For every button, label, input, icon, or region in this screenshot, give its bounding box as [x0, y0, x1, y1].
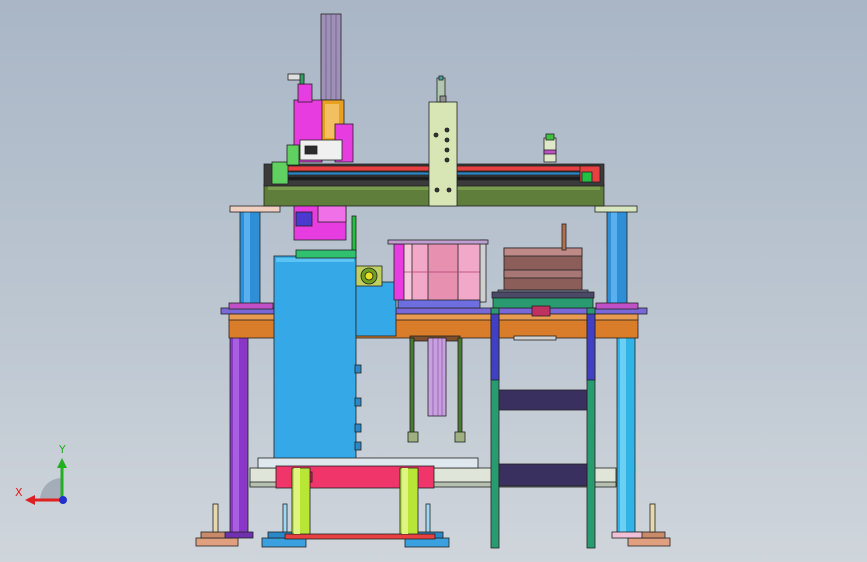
coordinate-triad [25, 458, 67, 505]
cyan-panel [273, 255, 357, 463]
bottom-red-bar [284, 533, 436, 540]
foot-pad-right [627, 537, 671, 547]
machine-assembly-drawing [25, 13, 671, 549]
foot-pads [195, 503, 671, 548]
triad-y-label: Y [59, 443, 66, 456]
triad-x-label: X [15, 486, 23, 499]
cad-viewport[interactable]: Y X [0, 0, 867, 562]
foot-pad-left [195, 537, 239, 547]
hanging-cylinder [427, 337, 447, 417]
center-slide-plate [428, 101, 458, 207]
